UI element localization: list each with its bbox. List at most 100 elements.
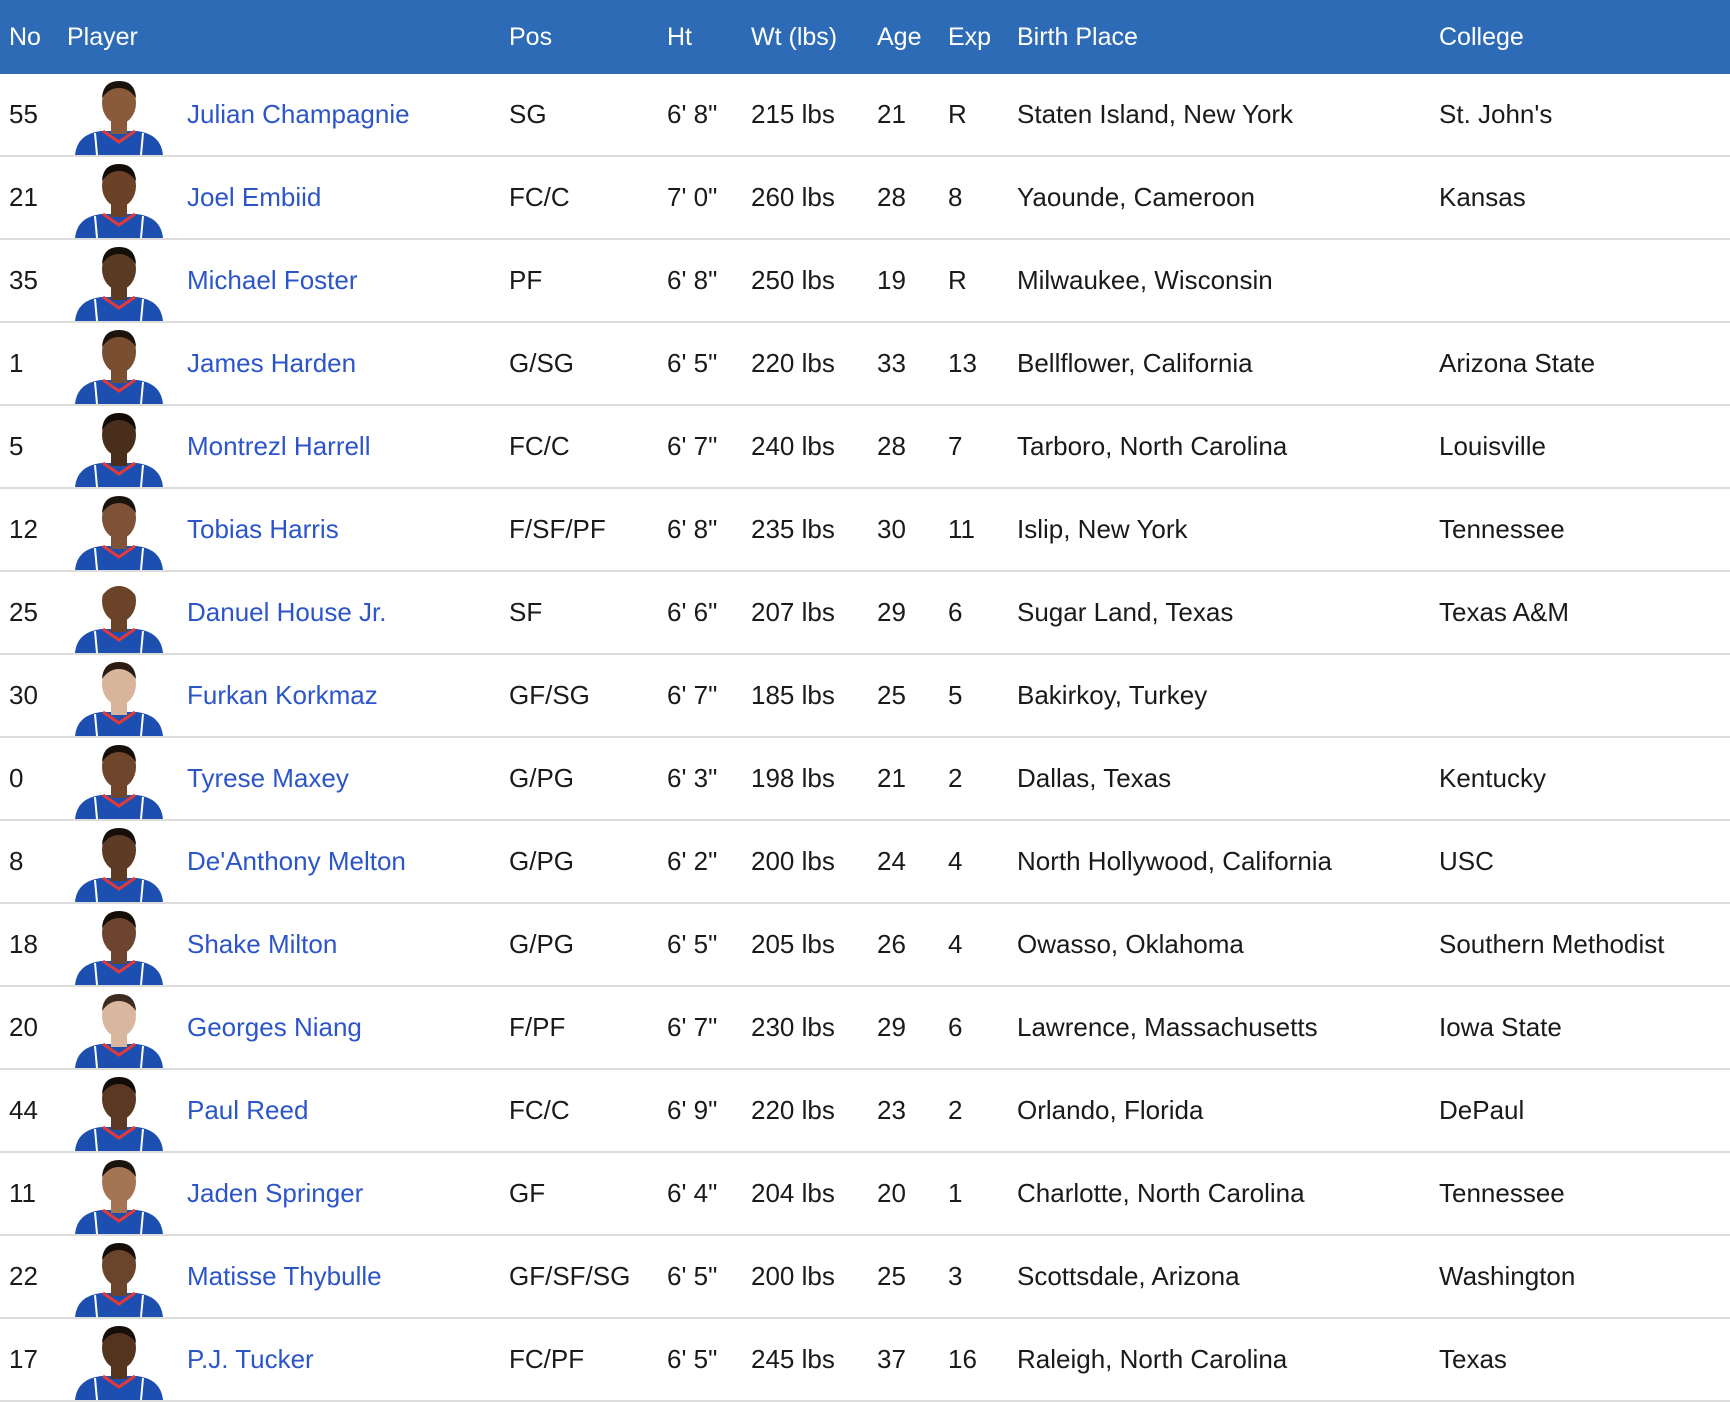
col-header-exp[interactable]: Exp bbox=[948, 0, 1017, 74]
player-name-link[interactable]: Montrezl Harrell bbox=[187, 431, 371, 461]
player-name-link[interactable]: James Harden bbox=[187, 348, 356, 378]
player-weight: 250 lbs bbox=[751, 239, 877, 323]
player-headshot-icon[interactable] bbox=[67, 1238, 171, 1317]
player-college: DePaul bbox=[1439, 1069, 1730, 1153]
player-photo-cell[interactable] bbox=[67, 74, 187, 157]
player-headshot-icon[interactable] bbox=[67, 408, 171, 487]
player-name-cell: Tyrese Maxey bbox=[187, 737, 509, 821]
player-headshot-icon[interactable] bbox=[67, 657, 171, 736]
player-college: USC bbox=[1439, 820, 1730, 904]
player-name-link[interactable]: Michael Foster bbox=[187, 265, 358, 295]
player-birth-place: Raleigh, North Carolina bbox=[1017, 1318, 1439, 1402]
col-header-birth-place[interactable]: Birth Place bbox=[1017, 0, 1439, 74]
player-college: Tennessee bbox=[1439, 488, 1730, 572]
player-experience: R bbox=[948, 239, 1017, 323]
player-name-cell: Danuel House Jr. bbox=[187, 571, 509, 655]
player-photo-cell[interactable] bbox=[67, 1318, 187, 1402]
player-headshot-icon[interactable] bbox=[67, 325, 171, 404]
player-position: GF/SG bbox=[509, 654, 667, 738]
player-height: 6' 8" bbox=[667, 239, 751, 323]
player-age: 29 bbox=[877, 986, 948, 1070]
player-weight: 205 lbs bbox=[751, 903, 877, 987]
player-name-link[interactable]: Tyrese Maxey bbox=[187, 763, 349, 793]
player-weight: 220 lbs bbox=[751, 322, 877, 406]
table-row: 8 De'Anthony Melton G/PG 6' 2" 200 lbs 2… bbox=[0, 820, 1730, 904]
player-headshot-icon[interactable] bbox=[67, 76, 171, 155]
player-photo-cell[interactable] bbox=[67, 405, 187, 489]
player-birth-place: Lawrence, Massachusetts bbox=[1017, 986, 1439, 1070]
player-name-cell: De'Anthony Melton bbox=[187, 820, 509, 904]
player-photo-cell[interactable] bbox=[67, 654, 187, 738]
roster-header: No Player Pos Ht Wt (lbs) Age Exp Birth … bbox=[0, 0, 1730, 74]
player-photo-cell[interactable] bbox=[67, 820, 187, 904]
player-weight: 235 lbs bbox=[751, 488, 877, 572]
player-birth-place: Tarboro, North Carolina bbox=[1017, 405, 1439, 489]
player-headshot-icon[interactable] bbox=[67, 242, 171, 321]
player-name-link[interactable]: Julian Champagnie bbox=[187, 99, 410, 129]
player-birth-place: Charlotte, North Carolina bbox=[1017, 1152, 1439, 1236]
player-headshot-icon[interactable] bbox=[67, 491, 171, 570]
player-photo-cell[interactable] bbox=[67, 571, 187, 655]
player-photo-cell[interactable] bbox=[67, 903, 187, 987]
player-photo-cell[interactable] bbox=[67, 1069, 187, 1153]
player-age: 28 bbox=[877, 156, 948, 240]
player-birth-place: Islip, New York bbox=[1017, 488, 1439, 572]
player-name-link[interactable]: Matisse Thybulle bbox=[187, 1261, 382, 1291]
player-position: G/PG bbox=[509, 737, 667, 821]
col-header-player[interactable]: Player bbox=[67, 0, 187, 74]
player-college bbox=[1439, 239, 1730, 323]
table-row: 21 Joel Embiid FC/C 7' 0" 260 lbs 28 8 Y… bbox=[0, 156, 1730, 240]
player-name-link[interactable]: Danuel House Jr. bbox=[187, 597, 386, 627]
player-name-link[interactable]: Joel Embiid bbox=[187, 182, 321, 212]
player-headshot-icon[interactable] bbox=[67, 159, 171, 238]
player-headshot-icon[interactable] bbox=[67, 906, 171, 985]
player-name-link[interactable]: Shake Milton bbox=[187, 929, 337, 959]
player-photo-cell[interactable] bbox=[67, 737, 187, 821]
player-weight: 215 lbs bbox=[751, 74, 877, 157]
player-birth-place: Bakirkoy, Turkey bbox=[1017, 654, 1439, 738]
player-name-link[interactable]: Paul Reed bbox=[187, 1095, 308, 1125]
player-headshot-icon[interactable] bbox=[67, 1072, 171, 1151]
player-height: 6' 7" bbox=[667, 405, 751, 489]
col-header-wt[interactable]: Wt (lbs) bbox=[751, 0, 877, 74]
player-photo-cell[interactable] bbox=[67, 488, 187, 572]
player-photo-cell[interactable] bbox=[67, 322, 187, 406]
player-photo-cell[interactable] bbox=[67, 156, 187, 240]
player-name-link[interactable]: P.J. Tucker bbox=[187, 1344, 314, 1374]
col-header-ht[interactable]: Ht bbox=[667, 0, 751, 74]
player-name-link[interactable]: Furkan Korkmaz bbox=[187, 680, 378, 710]
player-age: 29 bbox=[877, 571, 948, 655]
col-header-pos[interactable]: Pos bbox=[509, 0, 667, 74]
col-header-age[interactable]: Age bbox=[877, 0, 948, 74]
player-height: 6' 4" bbox=[667, 1152, 751, 1236]
player-number: 12 bbox=[0, 488, 67, 572]
col-header-no[interactable]: No bbox=[0, 0, 67, 74]
player-number: 0 bbox=[0, 737, 67, 821]
player-photo-cell[interactable] bbox=[67, 986, 187, 1070]
player-college: Southern Methodist bbox=[1439, 903, 1730, 987]
player-headshot-icon[interactable] bbox=[67, 574, 171, 653]
player-headshot-icon[interactable] bbox=[67, 740, 171, 819]
player-number: 25 bbox=[0, 571, 67, 655]
player-name-link[interactable]: Jaden Springer bbox=[187, 1178, 363, 1208]
player-headshot-icon[interactable] bbox=[67, 823, 171, 902]
player-photo-cell[interactable] bbox=[67, 1235, 187, 1319]
player-position: GF/SF/SG bbox=[509, 1235, 667, 1319]
player-number: 18 bbox=[0, 903, 67, 987]
player-name-cell: Joel Embiid bbox=[187, 156, 509, 240]
player-college: Texas bbox=[1439, 1318, 1730, 1402]
player-headshot-icon[interactable] bbox=[67, 1321, 171, 1400]
player-birth-place: Orlando, Florida bbox=[1017, 1069, 1439, 1153]
player-headshot-icon[interactable] bbox=[67, 1155, 171, 1234]
player-photo-cell[interactable] bbox=[67, 239, 187, 323]
player-name-link[interactable]: Tobias Harris bbox=[187, 514, 339, 544]
player-name-link[interactable]: De'Anthony Melton bbox=[187, 846, 406, 876]
player-headshot-icon[interactable] bbox=[67, 989, 171, 1068]
player-name-cell: Julian Champagnie bbox=[187, 74, 509, 157]
player-position: F/PF bbox=[509, 986, 667, 1070]
player-position: F/SF/PF bbox=[509, 488, 667, 572]
player-photo-cell[interactable] bbox=[67, 1152, 187, 1236]
player-experience: 2 bbox=[948, 737, 1017, 821]
player-name-link[interactable]: Georges Niang bbox=[187, 1012, 362, 1042]
col-header-college[interactable]: College bbox=[1439, 0, 1730, 74]
